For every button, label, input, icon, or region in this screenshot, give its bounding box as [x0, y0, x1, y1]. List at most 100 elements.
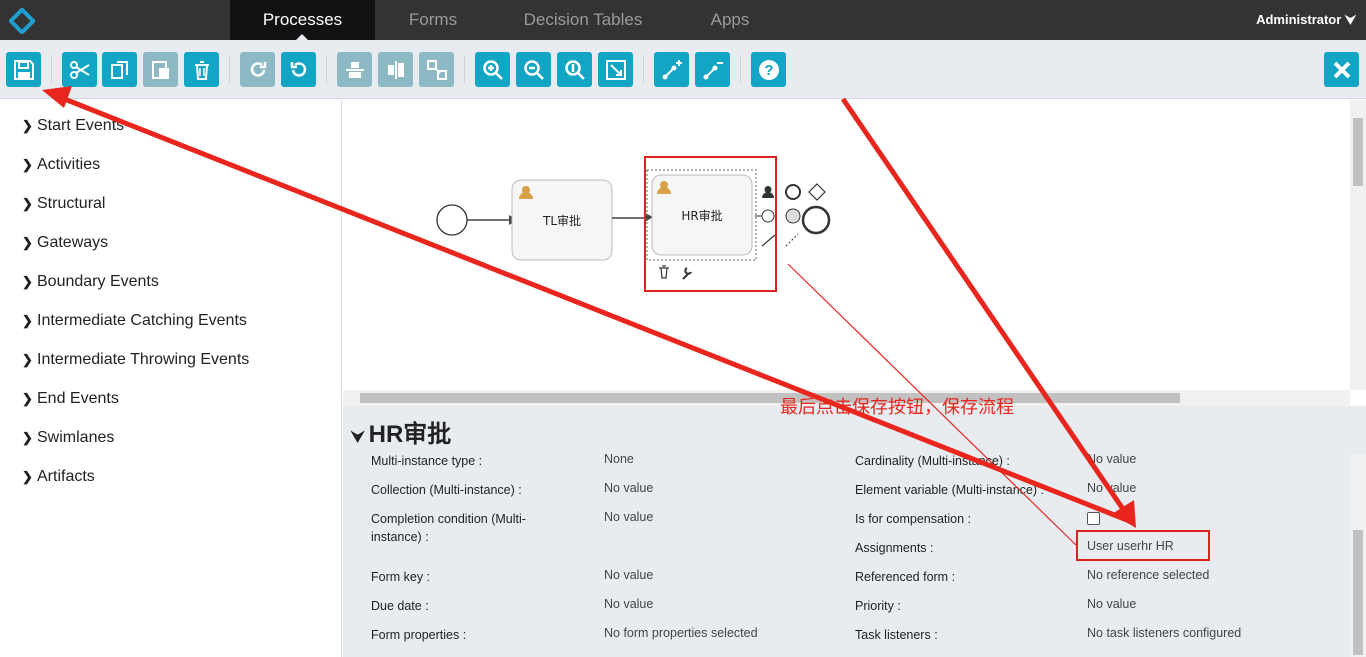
scrollbar-thumb[interactable]: [1353, 118, 1363, 186]
quick-gateway-icon[interactable]: [808, 183, 826, 201]
diagram-canvas[interactable]: TL审批 HR审批: [343, 100, 1350, 390]
chevron-right-icon: ❯: [22, 391, 33, 406]
prop-value[interactable]: None: [604, 454, 634, 468]
save-icon: [13, 59, 34, 80]
tab-decision-tables[interactable]: Decision Tables: [505, 0, 661, 40]
prop-label: Referenced form :: [855, 570, 956, 584]
zoom-in-button[interactable]: [475, 52, 510, 87]
prop-label: Form properties :: [371, 628, 467, 642]
palette-group-label: Structural: [37, 195, 106, 212]
prop-label: Assignments :: [855, 541, 934, 555]
scrollbar-thumb[interactable]: [1353, 530, 1363, 655]
paste-button[interactable]: [143, 52, 178, 87]
palette-group-label: Activities: [37, 156, 101, 173]
delete-button[interactable]: [184, 52, 219, 87]
help-button[interactable]: ?: [751, 52, 786, 87]
align-horizontal-button[interactable]: [337, 52, 372, 87]
palette-group-structural[interactable]: ❯ Structural: [22, 195, 105, 213]
chevron-right-icon: ❯: [22, 430, 33, 445]
palette-group-gateways[interactable]: ❯ Gateways: [22, 234, 108, 252]
quick-boundary-event-icon[interactable]: [785, 208, 801, 224]
palette-group-label: Gateways: [37, 234, 109, 251]
properties-scrollbar[interactable]: [1350, 454, 1366, 657]
quick-end-event-icon[interactable]: [785, 184, 801, 200]
prop-label: Task listeners :: [855, 628, 938, 642]
cut-button[interactable]: [62, 52, 97, 87]
tab-forms[interactable]: Forms: [375, 0, 491, 40]
align-vertical-icon: [387, 60, 404, 79]
zoom-out-icon: [523, 59, 544, 80]
prop-label: Element variable (Multi-instance) :: [855, 483, 1044, 497]
align-horizontal-icon: [345, 61, 364, 78]
copy-button[interactable]: [102, 52, 137, 87]
align-vertical-button[interactable]: [378, 52, 413, 87]
same-size-button[interactable]: [419, 52, 454, 87]
palette-group-intermediate-catching-events[interactable]: ❯ Intermediate Catching Events: [22, 312, 247, 330]
prop-value[interactable]: No value: [604, 479, 653, 497]
user-menu[interactable]: Administrator ⮟: [1256, 0, 1356, 40]
chevron-right-icon: ❯: [22, 196, 33, 211]
palette-group-label: Intermediate Throwing Events: [37, 351, 250, 368]
palette-group-start-events[interactable]: ❯ Start Events: [22, 117, 124, 135]
prop-value[interactable]: No value: [604, 566, 653, 584]
redo-button[interactable]: [240, 52, 275, 87]
chevron-right-icon: ❯: [22, 352, 33, 367]
zoom-in-icon: [482, 59, 503, 80]
help-icon: ?: [758, 59, 779, 80]
task-label-tl: TL审批: [542, 213, 581, 228]
bend-point-remove-button[interactable]: [695, 52, 730, 87]
logo-icon[interactable]: [7, 6, 37, 36]
palette-group-artifacts[interactable]: ❯ Artifacts: [22, 468, 95, 486]
palette-group-boundary-events[interactable]: ❯ Boundary Events: [22, 273, 159, 291]
same-size-icon: [426, 59, 447, 80]
close-editor-button[interactable]: [1324, 52, 1359, 87]
chevron-right-icon: ❯: [22, 157, 33, 172]
canvas-vertical-scrollbar[interactable]: [1350, 100, 1366, 390]
copy-icon: [110, 60, 128, 79]
top-nav: Processes Forms Decision Tables Apps Adm…: [0, 0, 1366, 41]
save-button[interactable]: [6, 52, 41, 87]
undo-icon: [290, 61, 306, 77]
palette-group-label: Start Events: [37, 117, 125, 134]
palette-group-end-events[interactable]: ❯ End Events: [22, 390, 119, 408]
prop-label: Is for compensation :: [855, 512, 972, 526]
scrollbar-thumb[interactable]: [360, 393, 1180, 403]
tab-apps[interactable]: Apps: [690, 0, 770, 40]
prop-label: Completion condition (Multi-instance) :: [371, 512, 526, 544]
highlight-box-assignments: [1076, 530, 1210, 561]
close-icon: [1333, 61, 1350, 78]
palette-group-label: Boundary Events: [37, 273, 159, 290]
undo-button[interactable]: [281, 52, 316, 87]
paste-icon: [151, 60, 169, 79]
chevron-down-icon: ⮟: [1344, 12, 1356, 27]
properties-header[interactable]: ⮟ HR审批: [351, 414, 451, 449]
chevron-right-icon: ❯: [22, 313, 33, 328]
palette-group-swimlanes[interactable]: ❯ Swimlanes: [22, 429, 114, 447]
palette-group-intermediate-throwing-events[interactable]: ❯ Intermediate Throwing Events: [22, 351, 249, 369]
prop-value[interactable]: No value: [1087, 479, 1136, 497]
bend-point-add-button[interactable]: [654, 52, 689, 87]
prop-value[interactable]: No reference selected: [1087, 566, 1209, 584]
palette-group-activities[interactable]: ❯ Activities: [22, 156, 100, 174]
chevron-down-icon: ⮟: [351, 429, 365, 446]
prop-value[interactable]: No task listeners configured: [1087, 624, 1241, 642]
redo-icon: [250, 61, 266, 77]
chevron-right-icon: ❯: [22, 118, 33, 133]
chevron-right-icon: ❯: [22, 274, 33, 289]
chevron-right-icon: ❯: [22, 469, 33, 484]
zoom-actual-button[interactable]: [557, 52, 592, 87]
zoom-out-button[interactable]: [516, 52, 551, 87]
is-for-compensation-checkbox[interactable]: [1087, 512, 1100, 525]
prop-label: Due date :: [371, 599, 429, 613]
prop-value[interactable]: No form properties selected: [604, 624, 758, 642]
prop-value[interactable]: No value: [604, 508, 653, 526]
zoom-fit-button[interactable]: [598, 52, 633, 87]
prop-value[interactable]: No value: [604, 595, 653, 613]
delete-icon: [194, 60, 209, 80]
prop-value[interactable]: No value: [1087, 595, 1136, 613]
palette-group-label: Artifacts: [37, 468, 95, 485]
prop-value[interactable]: No value: [1087, 454, 1136, 468]
start-event[interactable]: [436, 204, 468, 236]
highlight-box-hr-task: [644, 156, 777, 292]
prop-label: Priority :: [855, 599, 901, 613]
